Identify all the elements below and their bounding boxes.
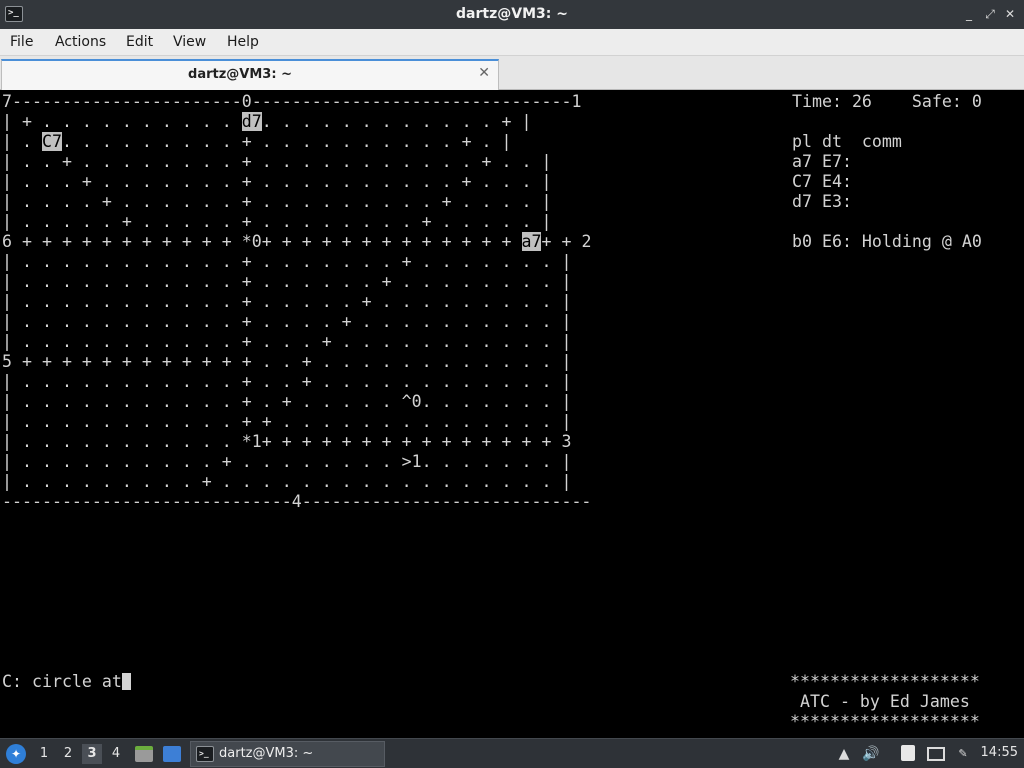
aircraft-marker: C7: [41, 132, 62, 151]
tray-arrow-icon[interactable]: ▲: [835, 745, 853, 763]
radar-text: 6 + + + + + + + + + + + *0+ + + + + + + …: [2, 232, 522, 251]
radar-text: | . . . . + . . . . . . + . . . . . . . …: [2, 192, 552, 211]
radar-row: | . . . . . . . . . . + . . . . . . . . …: [2, 452, 571, 472]
show-desktop-icon[interactable]: [163, 746, 181, 762]
radar-row: | . . . . . . . . . . . + . . . . . + . …: [2, 292, 571, 312]
radar-text: 7-----------------------0---------------…: [2, 92, 582, 111]
window-titlebar[interactable]: >_ dartz@VM3: ~ _ ⤢ ✕: [0, 0, 1024, 29]
aircraft-marker: d7: [241, 112, 262, 131]
command-prompt: C: circle at: [2, 672, 122, 691]
tab-close-icon[interactable]: ✕: [478, 65, 490, 81]
radar-text: 5 + + + + + + + + + + + + . . + . . . . …: [2, 352, 572, 371]
radar-row: | . . + . . . . . . . . + . . . . . . . …: [2, 152, 551, 172]
radar-text: . . . . . . . . . . . . + |: [261, 112, 532, 131]
status-panel-line: C7 E4:: [792, 172, 852, 191]
radar-row: | . . . . . . . . . . . + . . . . . . + …: [2, 272, 571, 292]
radar-text: | . . . . . . . . . . . + . . . . . . . …: [2, 252, 572, 271]
radar-row: | . . . . . . . . . . . + + . . . . . . …: [2, 412, 571, 432]
banner-line-2: *******************: [790, 712, 980, 731]
radar-text: | . . . + . . . . . . . + . . . . . . . …: [2, 172, 552, 191]
radar-text: | . . . . . . . . . . . + . . . . . + . …: [2, 292, 572, 311]
status-panel-line: pl dt comm: [792, 132, 902, 151]
radar-text: | . . . . . . . . . . . *1+ + + + + + + …: [2, 432, 572, 451]
banner-line-1: *******************: [790, 672, 980, 691]
taskbar-task-terminal[interactable]: >_ dartz@VM3: ~: [190, 741, 385, 767]
radar-row: | . . . . . . . . . . . + . . . . . . . …: [2, 252, 571, 272]
minimize-button[interactable]: _: [961, 6, 977, 22]
workspace-4-button[interactable]: 4: [106, 744, 126, 764]
workspace-3-button[interactable]: 3: [82, 744, 102, 764]
radar-text: | + . . . . . . . . . .: [2, 112, 242, 131]
radar-text: | . . . . . + . . . . . + . . . . . . . …: [2, 212, 552, 231]
radar-text: | . . + . . . . . . . . + . . . . . . . …: [2, 152, 552, 171]
radar-row: 5 + + + + + + + + + + + + . . + . . . . …: [2, 352, 571, 372]
radar-text: | . . . . . . . . . . . + . + . . . . . …: [2, 392, 572, 411]
file-manager-icon[interactable]: [135, 746, 153, 762]
radar-row: 6 + + + + + + + + + + + *0+ + + + + + + …: [2, 232, 591, 252]
maximize-button[interactable]: ⤢: [982, 6, 998, 22]
radar-row: | . . . + . . . . . . . + . . . . . . . …: [2, 172, 551, 192]
taskbar-task-label: dartz@VM3: ~: [219, 746, 314, 761]
radar-row: | . . . . . . . . . + . . . . . . . . . …: [2, 472, 571, 492]
tab-label: dartz@VM3: ~: [188, 67, 292, 82]
status-panel-line: d7 E3:: [792, 192, 852, 211]
menu-view[interactable]: View: [173, 34, 206, 50]
terminal-screen[interactable]: C: circle at ******************* ATC - b…: [0, 91, 1024, 738]
close-window-button[interactable]: ✕: [1002, 6, 1018, 22]
radar-row: | . . . . . . . . . . . + . + . . . . . …: [2, 392, 571, 412]
command-prompt-line[interactable]: C: circle at: [2, 672, 131, 692]
radar-text: + + 2: [541, 232, 592, 251]
menubar: File Actions Edit View Help: [0, 29, 1024, 56]
radar-row: 7-----------------------0---------------…: [2, 92, 581, 112]
radar-text: | . . . . . . . . . . . + . . . . + . . …: [2, 312, 572, 331]
radar-text: . . . . . . . . . + . . . . . . . . . . …: [61, 132, 512, 151]
notification-icon[interactable]: ✎: [954, 745, 972, 763]
radar-row: | . . . . . . . . . . . + . . + . . . . …: [2, 372, 571, 392]
status-panel-line: a7 E7:: [792, 152, 852, 171]
radar-text: | . . . . . . . . . + . . . . . . . . . …: [2, 472, 572, 491]
radar-text: | . . . . . . . . . . + . . . . . . . . …: [2, 452, 572, 471]
volume-icon[interactable]: 🔊: [862, 745, 880, 763]
workspace-2-button[interactable]: 2: [58, 744, 78, 764]
taskbar: ✦ 1 2 3 4 >_ dartz@VM3: ~ ▲ 🔊 ✎ 14:55: [0, 738, 1024, 768]
radar-row: | . . . . . . . . . . . *1+ + + + + + + …: [2, 432, 571, 452]
status-panel-line: Time: 26 Safe: 0: [792, 92, 982, 111]
radar-text: | . . . . . . . . . . . + . . + . . . . …: [2, 372, 572, 391]
tab-terminal[interactable]: dartz@VM3: ~ ✕: [1, 59, 499, 90]
radar-text: | . . . . . . . . . . . + + . . . . . . …: [2, 412, 572, 431]
menu-file[interactable]: File: [10, 34, 33, 50]
radar-text: | . . . . . . . . . . . + . . . . . . + …: [2, 272, 572, 291]
radar-text: | .: [2, 132, 42, 151]
radar-row: | . . . . + . . . . . . + . . . . . . . …: [2, 192, 551, 212]
menu-help[interactable]: Help: [227, 34, 259, 50]
radar-row: -----------------------------4----------…: [2, 492, 591, 512]
radar-text: | . . . . . . . . . . . + . . . + . . . …: [2, 332, 572, 351]
radar-row: | . . . . . + . . . . . + . . . . . . . …: [2, 212, 551, 232]
radar-row: | . . . . . . . . . . . + . . . . + . . …: [2, 312, 571, 332]
radar-row: | + . . . . . . . . . . d7. . . . . . . …: [2, 112, 532, 132]
tab-bar: dartz@VM3: ~ ✕: [0, 56, 1024, 90]
clock: 14:55: [980, 745, 1018, 760]
status-panel-line: b0 E6: Holding @ A0: [792, 232, 982, 251]
menu-edit[interactable]: Edit: [126, 34, 153, 50]
aircraft-marker: a7: [521, 232, 542, 251]
text-cursor: [121, 673, 131, 690]
radar-row: | . . . . . . . . . . . + . . . + . . . …: [2, 332, 571, 352]
terminal-task-icon: >_: [196, 746, 214, 762]
menu-actions[interactable]: Actions: [55, 34, 106, 50]
start-menu-icon[interactable]: ✦: [6, 744, 26, 764]
network-icon[interactable]: [927, 747, 945, 761]
radar-text: -----------------------------4----------…: [2, 492, 592, 511]
window-title: dartz@VM3: ~: [456, 6, 568, 22]
radar-row: | . C7. . . . . . . . . + . . . . . . . …: [2, 132, 512, 152]
clipboard-icon[interactable]: [901, 745, 915, 761]
banner-title: ATC - by Ed James: [790, 692, 970, 711]
workspace-1-button[interactable]: 1: [34, 744, 54, 764]
